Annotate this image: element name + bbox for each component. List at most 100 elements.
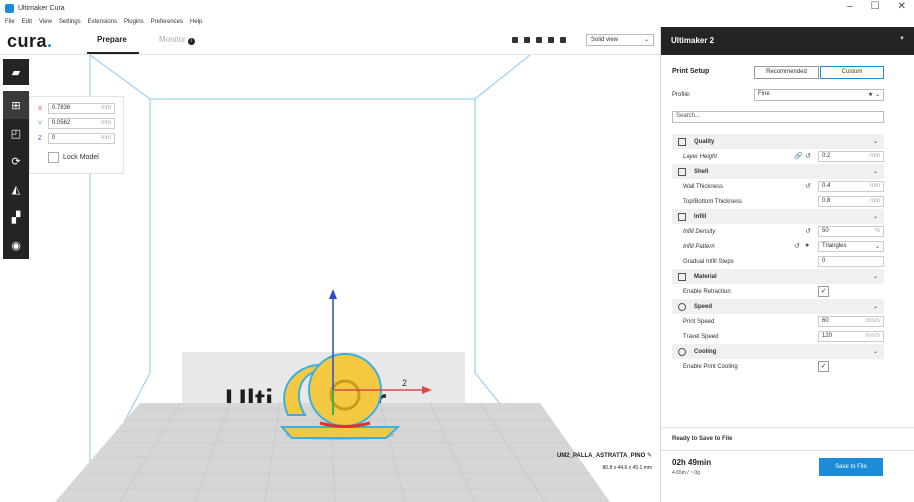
wall-thickness-input[interactable]: 0.4 mm	[818, 181, 884, 192]
travel-speed-input[interactable]: 120 mm/s	[818, 331, 884, 342]
speed-icon	[678, 302, 686, 311]
setting-travel-speed: Travel Speed 120 mm/s	[672, 329, 884, 344]
x-axis-label: X	[38, 105, 43, 112]
job-name[interactable]: UM2_PALLA_ASTRATTA_PINO ✎	[557, 452, 652, 459]
settings-search-input[interactable]: Search...	[672, 111, 884, 123]
y-axis-label: Y	[38, 120, 43, 127]
category-infill[interactable]: Infill ⌄	[672, 209, 884, 224]
settings-sidebar: Ultimaker 2 ▼ Print Setup Recommended Cus…	[660, 27, 914, 502]
menu-file[interactable]: File	[5, 19, 15, 25]
fan-icon	[678, 347, 686, 356]
x-coordinate-input[interactable]: 0.7836 mm	[47, 103, 115, 114]
tab-monitor[interactable]: Monitor i	[159, 35, 195, 45]
save-to-file-button[interactable]: Save to File	[819, 458, 883, 476]
active-tab-indicator	[87, 52, 139, 54]
divider	[661, 450, 914, 451]
chevron-down-icon: ⌄	[872, 274, 878, 280]
menu-extensions[interactable]: Extensions	[88, 19, 117, 25]
view-mode-select[interactable]: Solid view ⌄	[586, 34, 654, 46]
move-icon[interactable]: ⊞	[3, 91, 29, 119]
material-usage: 4.65m / ~ 0g	[672, 470, 700, 476]
print-setup-title: Print Setup	[672, 68, 710, 75]
category-material[interactable]: Material ⌄	[672, 269, 884, 284]
layer-height-input[interactable]: 0.2 mm	[818, 151, 884, 162]
menu-plugins[interactable]: Plugins	[124, 19, 144, 25]
rotate-icon[interactable]: ⟳	[3, 147, 29, 175]
window-controls: – ☐ ✕	[847, 1, 906, 12]
z-axis-label: Z	[38, 135, 42, 142]
infill-icon	[678, 212, 686, 221]
view-top-icon[interactable]	[536, 37, 542, 43]
profile-select[interactable]: Fine ★ ⌄	[754, 89, 884, 101]
menu-settings[interactable]: Settings	[59, 19, 81, 25]
printer-selector[interactable]: Ultimaker 2 ▼	[661, 27, 914, 55]
category-shell[interactable]: Shell ⌄	[672, 164, 884, 179]
menu-preferences[interactable]: Preferences	[151, 19, 183, 25]
folder-open-icon[interactable]: ▰	[3, 59, 29, 85]
mirror-icon[interactable]: ◭	[3, 175, 29, 203]
title-bar: Ultimaker Cura – ☐ ✕	[0, 0, 914, 16]
chevron-down-icon: ⌄	[872, 304, 878, 310]
close-button[interactable]: ✕	[898, 1, 906, 12]
view-right-icon[interactable]	[560, 37, 566, 43]
cura-logo: cura.	[7, 31, 53, 51]
shell-icon	[678, 167, 686, 176]
material-icon	[678, 272, 686, 281]
window-title: Ultimaker Cura	[18, 4, 65, 12]
pencil-icon[interactable]: ✎	[647, 453, 652, 459]
maximize-button[interactable]: ☐	[871, 1, 880, 12]
info-icon[interactable]: ●	[805, 242, 809, 249]
gradual-infill-steps-input[interactable]: 0	[818, 256, 884, 267]
ready-status: Ready to Save to File	[672, 436, 733, 442]
support-blocker-icon[interactable]: ◉	[3, 231, 29, 259]
view-front-icon[interactable]	[524, 37, 530, 43]
setting-gradual-infill-steps: Gradual Infill Steps 0	[672, 254, 884, 269]
z-coordinate-input[interactable]: 0 mm	[47, 133, 115, 144]
setting-infill-pattern: Infill Pattern ↺ ● Triangles ⌄	[672, 239, 884, 254]
chevron-down-icon: ⌄	[872, 349, 878, 355]
category-quality[interactable]: Quality ⌄	[672, 134, 884, 149]
infill-density-input[interactable]: 50%	[818, 226, 884, 237]
category-speed[interactable]: Speed ⌄	[672, 299, 884, 314]
category-cooling[interactable]: Cooling ⌄	[672, 344, 884, 359]
menu-view[interactable]: View	[39, 19, 52, 25]
tab-prepare[interactable]: Prepare	[97, 35, 127, 44]
lock-model-checkbox[interactable]	[48, 152, 59, 163]
axis-label: 2	[402, 378, 407, 388]
setting-infill-density: Infill Density ↺ 50%	[672, 224, 884, 239]
lock-model-label: Lock Model	[63, 154, 99, 161]
reset-icon[interactable]: ↺	[805, 227, 811, 235]
move-tool-panel: X 0.7836 mm Y 0.0562 mm Z 0 mm Lock Model	[29, 96, 124, 174]
per-model-settings-icon[interactable]: ▞	[3, 203, 29, 231]
reset-icon[interactable]: ↺	[805, 182, 811, 190]
view-left-icon[interactable]	[548, 37, 554, 43]
minimize-button[interactable]: –	[847, 1, 853, 12]
recommended-mode-button[interactable]: Recommended	[754, 66, 819, 79]
setting-layer-height: Layer Height 🔗 ↺ 0.2 mm	[672, 149, 884, 164]
y-coordinate-input[interactable]: 0.0562 mm	[47, 118, 115, 129]
view-3d-icon[interactable]	[512, 37, 518, 43]
reset-icon[interactable]: ↺	[794, 242, 800, 250]
enable-print-cooling-checkbox[interactable]: ✓	[818, 361, 829, 372]
left-toolbar: ▰ ⊞ ◰ ⟳ ◭ ▞ ◉	[3, 59, 29, 259]
reset-icon[interactable]: ↺	[805, 152, 811, 160]
menu-bar: File Edit View Settings Extensions Plugi…	[0, 16, 202, 27]
chevron-down-icon: ▼	[899, 36, 905, 42]
lock-model-row[interactable]: Lock Model	[48, 152, 115, 163]
model-dimensions: 80.8 x 44.6 x 45.1 mm	[602, 465, 652, 471]
menu-edit[interactable]: Edit	[22, 19, 32, 25]
save-section: Ready to Save to File 02h 49min 4.65m / …	[661, 427, 914, 502]
link-icon[interactable]: 🔗	[794, 152, 803, 160]
model-base	[279, 426, 401, 439]
enable-retraction-checkbox[interactable]: ✓	[818, 286, 829, 297]
print-time: 02h 49min	[672, 458, 712, 467]
scale-icon[interactable]: ◰	[3, 119, 29, 147]
print-speed-input[interactable]: 60 mm/s	[818, 316, 884, 327]
custom-mode-button[interactable]: Custom	[820, 66, 884, 79]
top-bottom-thickness-input[interactable]: 0.8 mm	[818, 196, 884, 207]
setting-top-bottom-thickness: Top/Bottom Thickness 0.8 mm	[672, 194, 884, 209]
infill-pattern-select[interactable]: Triangles ⌄	[818, 241, 884, 252]
profile-label: Profile:	[672, 92, 691, 98]
cura-app-icon	[5, 3, 14, 13]
menu-help[interactable]: Help	[190, 19, 202, 25]
